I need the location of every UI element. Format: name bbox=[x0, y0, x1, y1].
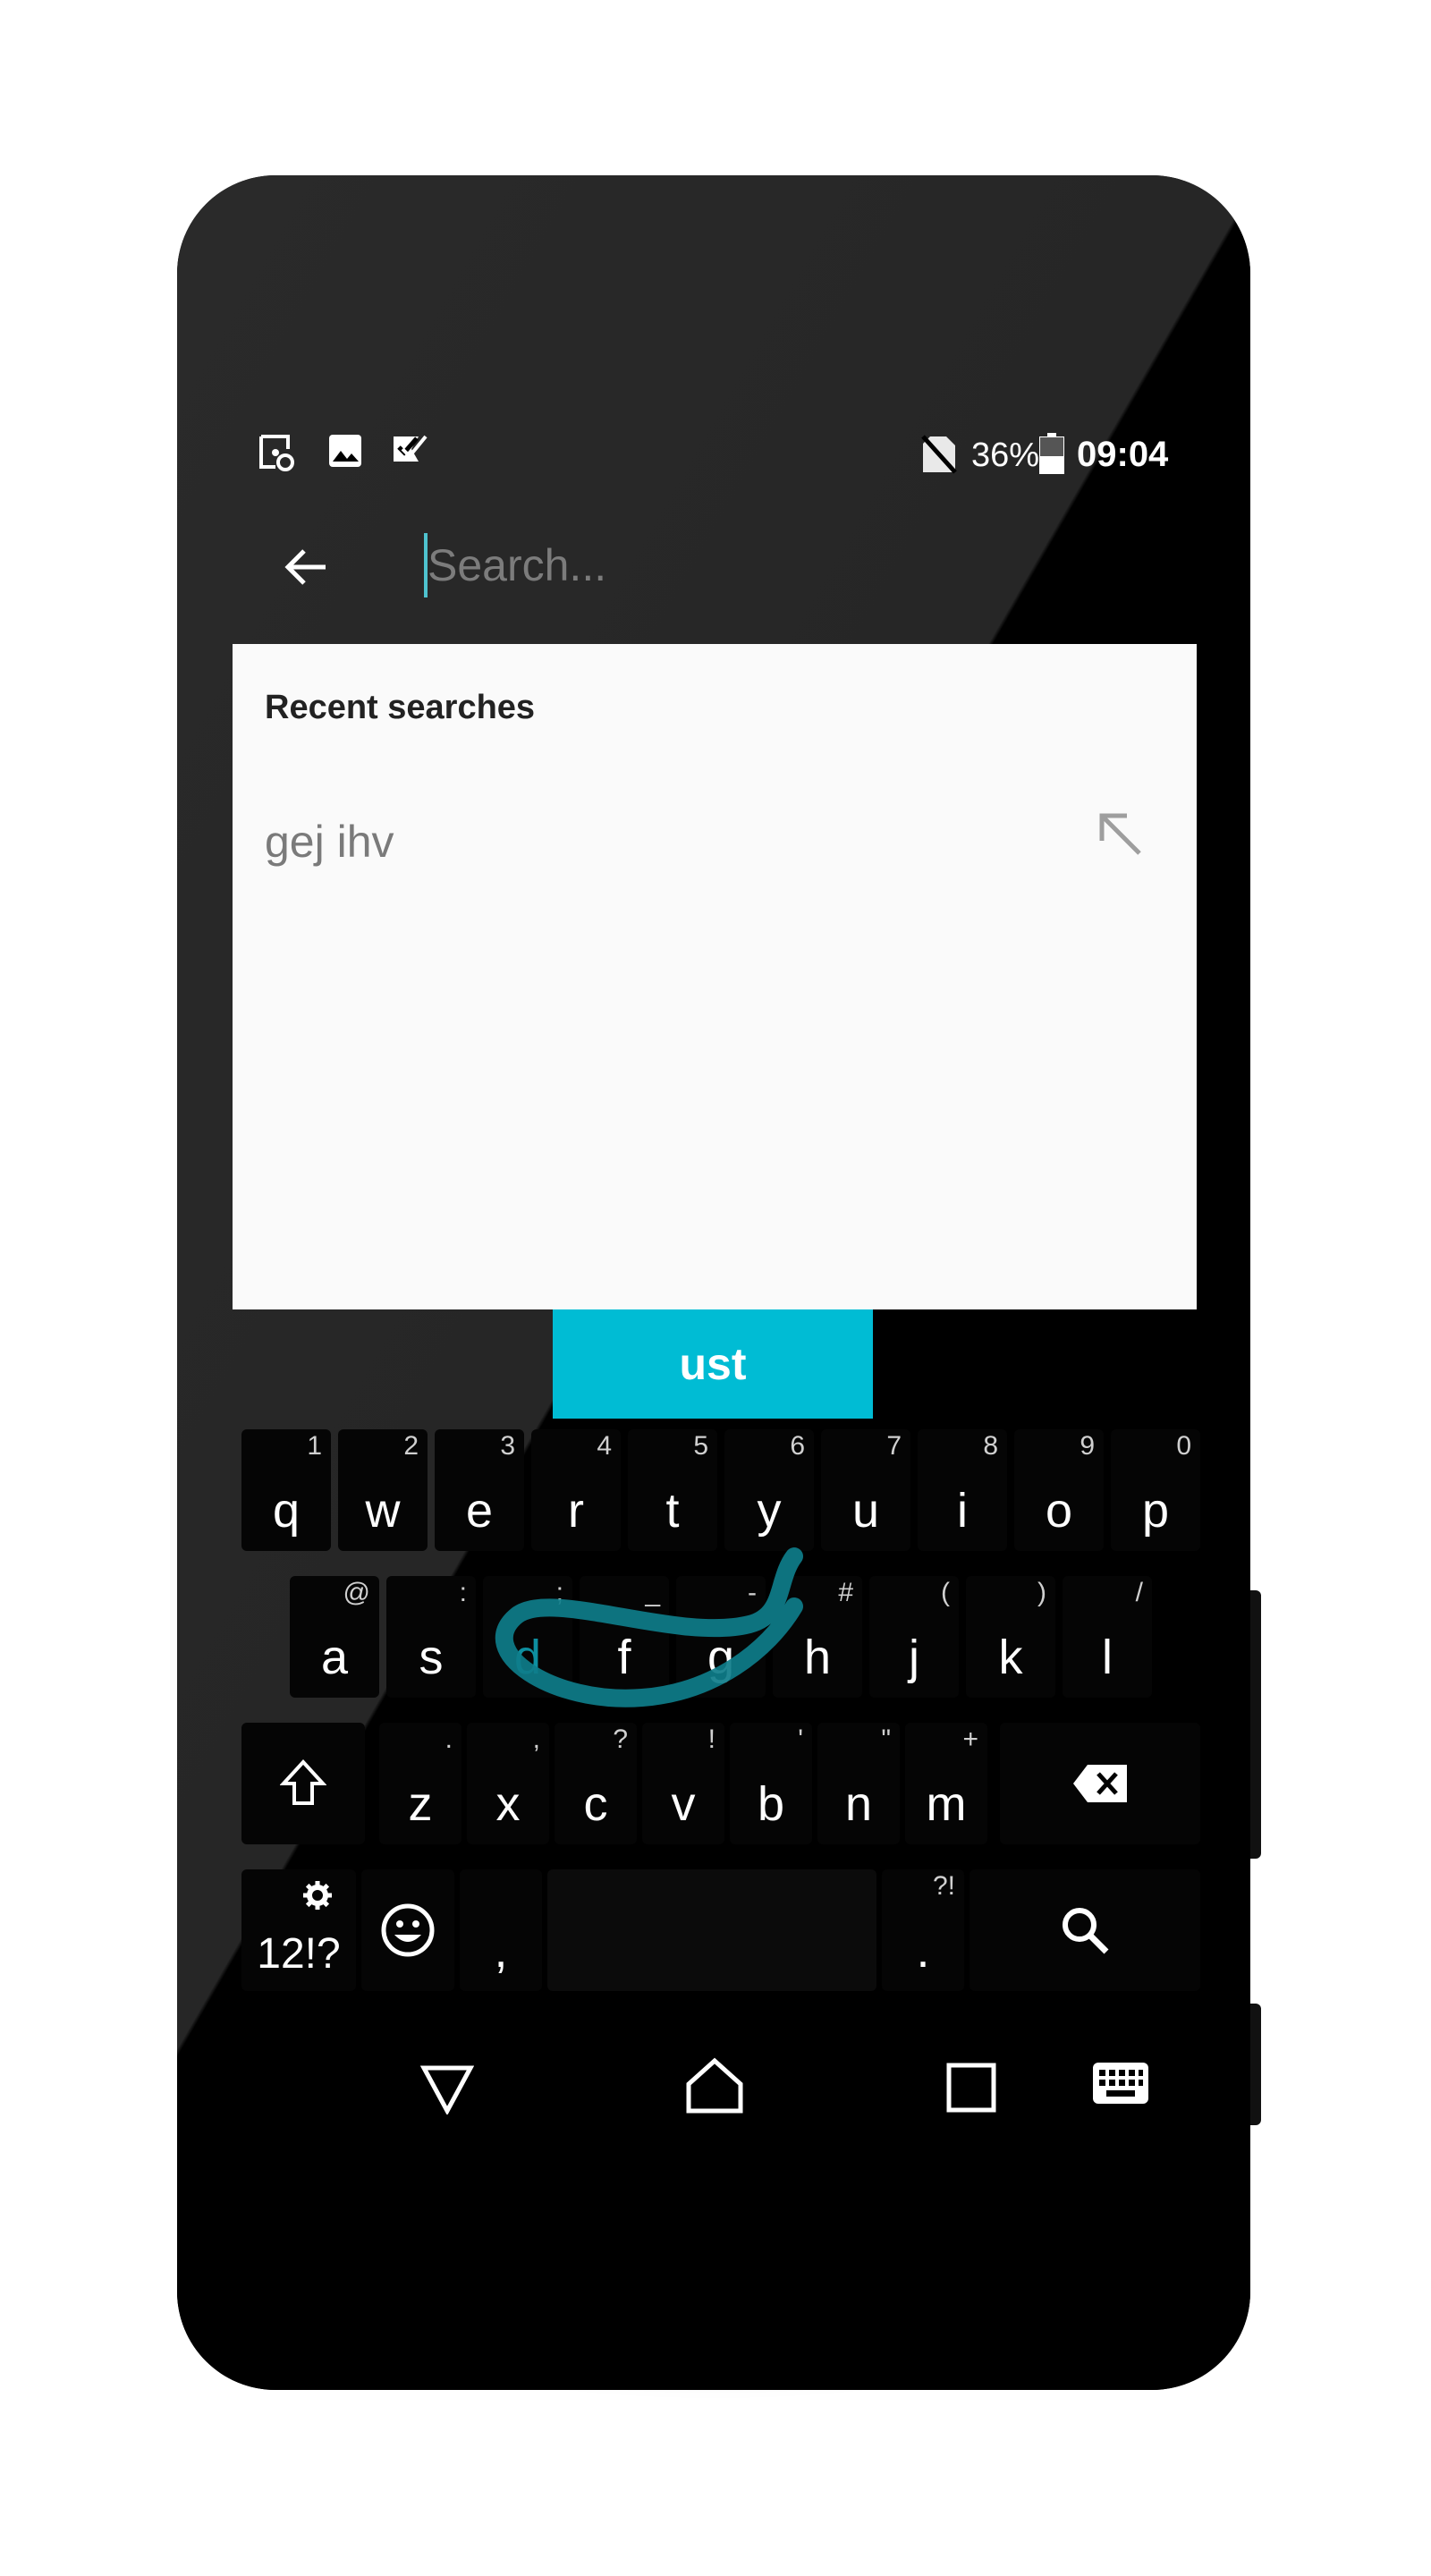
key-k[interactable]: ) k bbox=[966, 1576, 1055, 1698]
key-e[interactable]: 3e bbox=[435, 1429, 524, 1551]
key-n[interactable]: " n bbox=[817, 1723, 900, 1844]
period-key[interactable]: ?!. bbox=[882, 1869, 964, 1991]
backspace-key[interactable] bbox=[1000, 1723, 1200, 1844]
key-j[interactable]: (j bbox=[869, 1576, 959, 1698]
recent-searches-title: Recent searches bbox=[265, 689, 536, 726]
key-f[interactable]: _ f bbox=[580, 1576, 669, 1698]
key-i[interactable]: 8i bbox=[918, 1429, 1007, 1551]
emoji-icon bbox=[381, 1903, 435, 1957]
recent-search-text: gej ihv bbox=[265, 817, 394, 867]
key-r[interactable]: 4r bbox=[531, 1429, 621, 1551]
shift-key[interactable] bbox=[241, 1723, 365, 1844]
battery-percent: 36% bbox=[971, 436, 1040, 474]
search-input[interactable] bbox=[420, 530, 1054, 601]
back-arrow-icon[interactable] bbox=[281, 542, 331, 592]
key-a[interactable]: @ a bbox=[290, 1576, 379, 1698]
status-bar: 36% 09:04 bbox=[177, 175, 1250, 474]
key-q[interactable]: 1q bbox=[241, 1429, 331, 1551]
settings-gear-icon bbox=[303, 1881, 332, 1910]
word-suggestion[interactable]: ust bbox=[553, 1309, 873, 1419]
emoji-key[interactable] bbox=[361, 1869, 454, 1991]
nav-keyboard-icon[interactable] bbox=[1091, 2061, 1150, 2106]
image-icon bbox=[329, 435, 361, 467]
key-g[interactable]: -g bbox=[676, 1576, 766, 1698]
symbols-key[interactable]: 12!? bbox=[241, 1869, 356, 1991]
key-m[interactable]: + m bbox=[905, 1723, 987, 1844]
recent-search-item[interactable]: gej ihv bbox=[233, 796, 1197, 886]
backspace-icon bbox=[1073, 1765, 1127, 1802]
key-t[interactable]: 5t bbox=[628, 1429, 717, 1551]
battery-icon bbox=[1039, 433, 1064, 474]
key-d[interactable]: ; d bbox=[483, 1576, 572, 1698]
checklist-icon bbox=[394, 435, 428, 462]
clock: 09:04 bbox=[1077, 435, 1169, 474]
key-h[interactable]: # h bbox=[773, 1576, 862, 1698]
comma-key[interactable]: , bbox=[460, 1869, 542, 1991]
key-u[interactable]: 7u bbox=[821, 1429, 910, 1551]
search-icon bbox=[1063, 1908, 1109, 1954]
key-s[interactable]: :s bbox=[386, 1576, 476, 1698]
nav-back-icon[interactable] bbox=[420, 2064, 474, 2114]
recent-searches-panel: Recent searches gej ihv bbox=[233, 644, 1197, 1309]
key-v[interactable]: ! v bbox=[642, 1723, 724, 1844]
search-key[interactable] bbox=[970, 1869, 1200, 1991]
screenshot-icon bbox=[259, 435, 294, 471]
side-volume-button bbox=[1250, 1590, 1261, 1859]
shift-icon bbox=[280, 1759, 326, 1805]
key-l[interactable]: / l bbox=[1063, 1576, 1152, 1698]
space-key[interactable] bbox=[547, 1869, 876, 1991]
key-b[interactable]: ' b bbox=[730, 1723, 812, 1844]
key-o[interactable]: 9o bbox=[1014, 1429, 1104, 1551]
key-c[interactable]: ? c bbox=[555, 1723, 637, 1844]
key-y[interactable]: 6y bbox=[724, 1429, 814, 1551]
phone-frame: 36% 09:04 Recent searches gej ihv ust 1q… bbox=[177, 175, 1250, 2390]
nav-home-icon[interactable] bbox=[685, 2057, 744, 2114]
side-power-button bbox=[1250, 2004, 1261, 2125]
text-cursor bbox=[424, 533, 428, 597]
key-x[interactable]: ,x bbox=[467, 1723, 549, 1844]
nav-recents-icon[interactable] bbox=[946, 2063, 996, 2113]
fill-query-arrow-icon[interactable] bbox=[1093, 807, 1147, 860]
no-sim-icon bbox=[921, 435, 957, 474]
key-p[interactable]: 0p bbox=[1111, 1429, 1200, 1551]
key-w[interactable]: 2w bbox=[338, 1429, 428, 1551]
key-z[interactable]: .z bbox=[379, 1723, 461, 1844]
